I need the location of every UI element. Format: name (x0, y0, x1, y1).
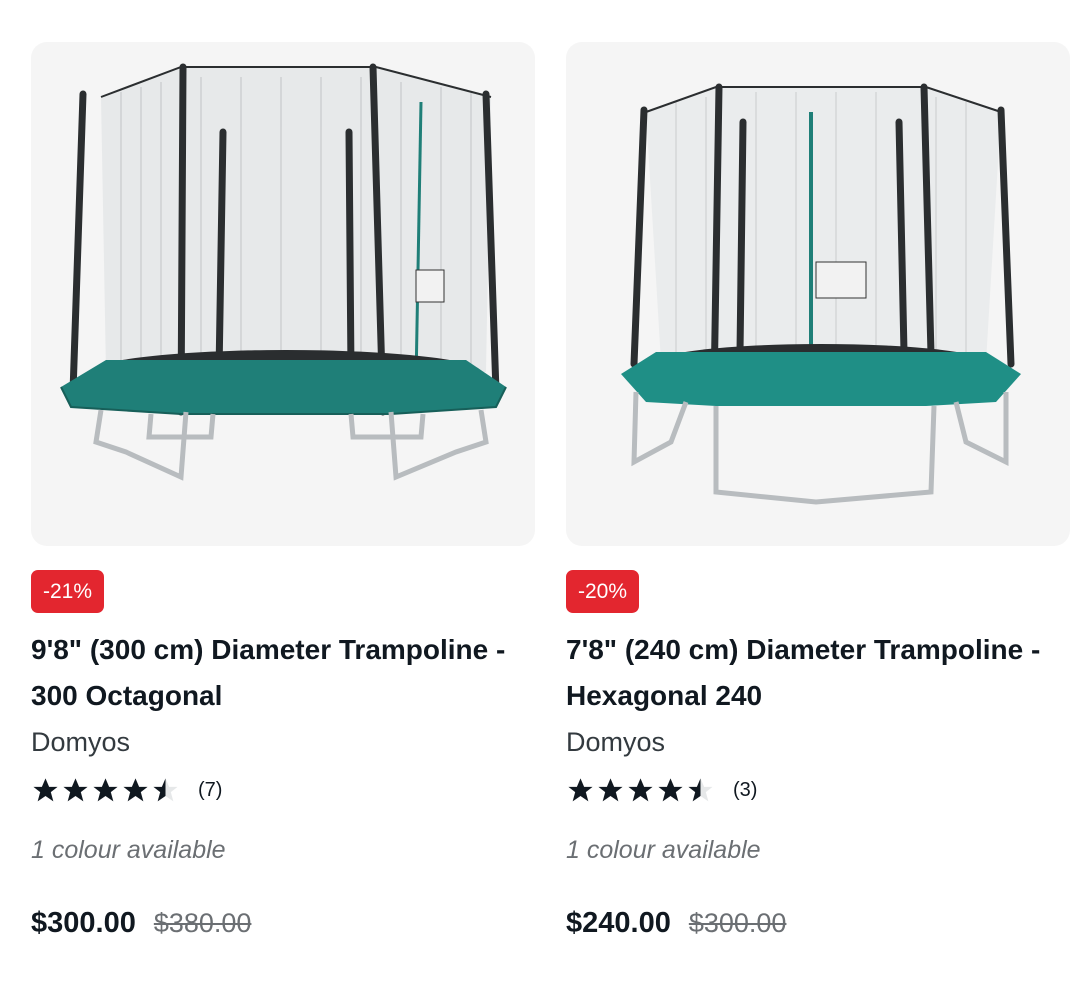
product-brand: Domyos (31, 727, 131, 757)
product-image[interactable] (31, 42, 535, 546)
star-full-icon (33, 777, 58, 801)
product-brand: Domyos (566, 727, 666, 757)
star-full-icon (63, 777, 88, 801)
star-full-icon (93, 777, 118, 801)
star-full-icon (598, 777, 623, 801)
price-block: $240.00 $300.00 (566, 907, 1070, 940)
product-card[interactable]: -21% 9'8" (300 cm) Diameter Trampoline -… (31, 42, 535, 940)
rating-stars (31, 776, 180, 805)
product-image[interactable] (566, 42, 1070, 546)
trampoline-octagonal-image (60, 63, 507, 481)
colours-available: 1 colour available (566, 836, 761, 864)
product-rating[interactable]: (7) (31, 773, 535, 807)
star-half-icon (688, 777, 713, 801)
star-full-icon (568, 777, 593, 801)
star-full-icon (628, 777, 653, 801)
current-price: $240.00 (566, 907, 671, 939)
price-block: $300.00 $380.00 (31, 907, 535, 940)
discount-badge: -21% (31, 570, 105, 613)
star-half-icon (153, 777, 178, 801)
product-card[interactable]: -20% 7'8" (240 cm) Diameter Trampoline -… (566, 42, 1070, 940)
star-full-icon (123, 777, 148, 801)
product-title[interactable]: 7'8" (240 cm) Diameter Trampoline - Hexa… (566, 627, 1066, 719)
current-price: $300.00 (31, 907, 136, 939)
product-rating[interactable]: (3) (566, 773, 1070, 807)
star-full-icon (658, 777, 683, 801)
review-count: (7) (198, 778, 223, 801)
review-count: (3) (733, 778, 758, 801)
colours-available: 1 colour available (31, 836, 226, 864)
trampoline-hexagonal-image (621, 83, 1021, 505)
original-price: $300.00 (688, 908, 787, 938)
product-title[interactable]: 9'8" (300 cm) Diameter Trampoline - 300 … (31, 627, 531, 719)
original-price: $380.00 (153, 908, 252, 938)
discount-badge: -20% (566, 570, 640, 613)
rating-stars (566, 776, 715, 805)
